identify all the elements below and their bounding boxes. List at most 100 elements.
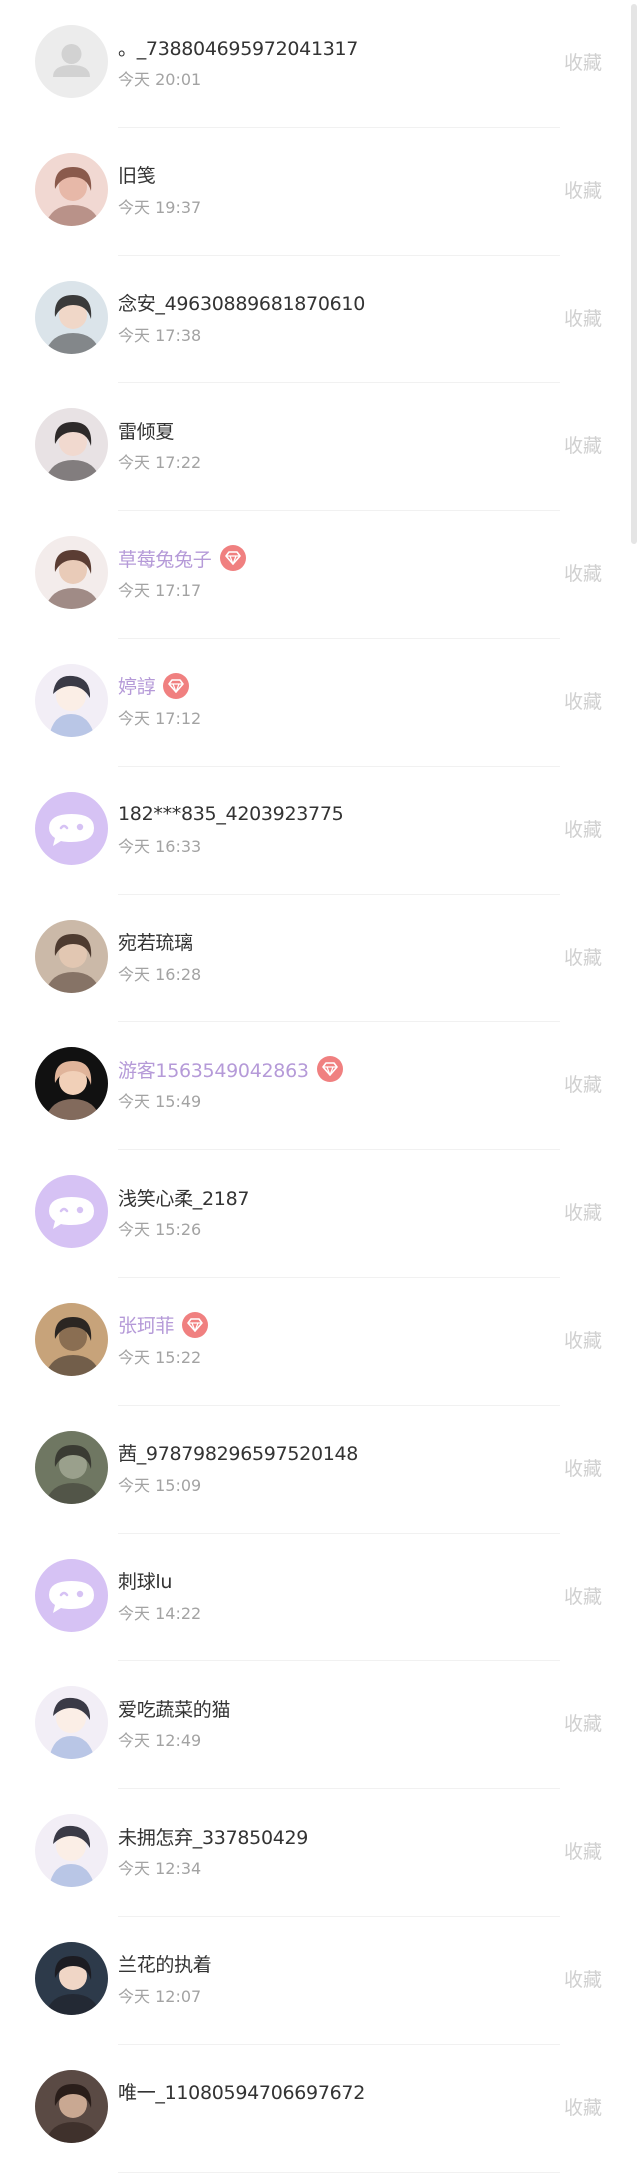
name-line: 。_738804695972041317 [118, 33, 358, 61]
list-item[interactable]: 张珂菲 今天 15:22 收藏 [0, 1278, 620, 1406]
favorite-button[interactable]: 收藏 [564, 1965, 602, 1992]
list-item[interactable]: 念安_496308896818706​10 今天 17:38 收藏 [0, 256, 620, 384]
user-name: 游客1563549042863 [118, 1059, 309, 1082]
favorite-button[interactable]: 收藏 [564, 48, 602, 75]
name-line: 宛若琉璃 [118, 928, 193, 956]
user-name: 宛若琉璃 [118, 932, 193, 955]
list-item[interactable]: 爱吃蔬菜的猫 今天 12:49 收藏 [0, 1661, 620, 1789]
avatar[interactable] [35, 1686, 108, 1760]
list-item[interactable]: 雷倾夏 今天 17:22 收藏 [0, 383, 620, 511]
user-name: 草莓兔兔子 [118, 548, 212, 571]
avatar[interactable] [35, 1302, 108, 1376]
name-line: 草莓兔兔子 [118, 544, 246, 572]
profile-photo-image [35, 1430, 108, 1504]
list-item[interactable]: 草莓兔兔子 今天 17:17 收藏 [0, 511, 620, 639]
list-item[interactable]: 唯一_11080594706697672 收藏 [0, 2045, 620, 2173]
timestamp: 今天 15:22 [118, 1347, 202, 1367]
user-name: 雷倾夏 [118, 420, 175, 443]
profile-photo-image [35, 2069, 108, 2143]
list-item[interactable]: 宛若琉璃 今天 16:28 收藏 [0, 895, 620, 1023]
avatar[interactable] [35, 536, 108, 610]
user-name: 兰花的执着 [118, 1954, 212, 1977]
user-name: 婷諄 [118, 676, 156, 699]
favorite-button[interactable]: 收藏 [564, 1837, 602, 1864]
illustration-avatar-image [35, 1686, 108, 1760]
timestamp: 今天 17:22 [118, 453, 202, 473]
timestamp: 今天 14:22 [118, 1603, 202, 1623]
favorite-button[interactable]: 收藏 [564, 559, 602, 586]
name-line: 念安_496308896818706​10 [118, 289, 365, 317]
favorite-button[interactable]: 收藏 [564, 1326, 602, 1353]
profile-photo-image [35, 919, 108, 993]
list-item[interactable]: 游客1563549042863 今天 15:49 收藏 [0, 1022, 620, 1150]
list-item[interactable]: 刺球lu 今天 14:22 收藏 [0, 1534, 620, 1662]
name-line: 婷諄 [118, 672, 190, 700]
favorite-button[interactable]: 收藏 [564, 1709, 602, 1736]
list-item[interactable]: 兰花的执着 今天 12:07 收藏 [0, 1917, 620, 2045]
timestamp: 今天 15:26 [118, 1220, 202, 1240]
avatar[interactable] [35, 25, 108, 98]
name-line: 游客1563549042863 [118, 1055, 343, 1083]
user-name: 旧笺 [118, 165, 156, 188]
favorite-button[interactable]: 收藏 [564, 1582, 602, 1609]
vip-diamond-icon [316, 1056, 343, 1083]
timestamp: 今天 16:28 [118, 964, 202, 984]
user-name: 茜_978798296597520148 [118, 1443, 359, 1466]
vip-diamond-icon [182, 1311, 209, 1338]
chat-bubble-icon [35, 1558, 108, 1632]
illustration-avatar-image [35, 663, 108, 737]
user-name: 182***835_4203923775 [118, 802, 344, 825]
profile-photo-image [35, 1302, 108, 1376]
favorite-button[interactable]: 收藏 [564, 304, 602, 331]
list-item[interactable]: 浅笑心柔_2187 今天 15:26 收藏 [0, 1150, 620, 1278]
timestamp: 今天 17:12 [118, 708, 202, 728]
profile-photo-image [35, 152, 108, 226]
avatar[interactable] [35, 1175, 108, 1249]
name-line: 兰花的执着 [118, 1950, 212, 1978]
timestamp: 今天 12:07 [118, 1986, 202, 2006]
timestamp: 今天 15:49 [118, 1092, 202, 1112]
avatar[interactable] [35, 1430, 108, 1504]
favorite-button[interactable]: 收藏 [564, 687, 602, 714]
name-line: 张珂菲 [118, 1311, 209, 1339]
avatar[interactable] [35, 791, 108, 865]
list-item[interactable]: 。_738804695972041317 今天 20:01 收藏 [0, 0, 620, 128]
favorite-button[interactable]: 收藏 [564, 1454, 602, 1481]
favorite-button[interactable]: 收藏 [564, 943, 602, 970]
favorite-button[interactable]: 收藏 [564, 2093, 602, 2120]
avatar[interactable] [35, 280, 108, 354]
user-name: 未拥怎弃_337850429 [118, 1826, 309, 1849]
name-line: 茜_978798296597520148 [118, 1439, 358, 1467]
list-item[interactable]: 茜_978798296597520148 今天 15:09 收藏 [0, 1406, 620, 1534]
favorite-button[interactable]: 收藏 [564, 431, 602, 458]
avatar[interactable] [35, 919, 108, 993]
list-item[interactable]: 未拥怎弃_337850429 今天 12:34 收藏 [0, 1789, 620, 1917]
profile-photo-image [35, 1941, 108, 2015]
avatar[interactable] [35, 152, 108, 226]
avatar[interactable] [35, 663, 108, 737]
scrollbar[interactable] [631, 4, 637, 544]
user-name: 浅笑心柔_2187 [118, 1187, 250, 1210]
list-item[interactable]: 婷諄 今天 17:12 收藏 [0, 639, 620, 767]
favorite-button[interactable]: 收藏 [564, 815, 602, 842]
user-name: 爱吃蔬菜的猫 [118, 1698, 231, 1721]
name-line: 未拥怎弃_337850429 [118, 1822, 308, 1850]
name-line: 浅笑心柔_2187 [118, 1183, 249, 1211]
name-line: 刺球lu [118, 1567, 172, 1595]
avatar[interactable] [35, 1047, 108, 1121]
avatar[interactable] [35, 1814, 108, 1888]
list-item[interactable]: 旧笺 今天 19:37 收藏 [0, 128, 620, 256]
favorite-button[interactable]: 收藏 [564, 1070, 602, 1097]
avatar[interactable] [35, 408, 108, 482]
avatar[interactable] [35, 1558, 108, 1632]
favorite-button[interactable]: 收藏 [564, 1198, 602, 1225]
list-item[interactable]: 182***835_4203923775 今天 16:33 收藏 [0, 767, 620, 895]
timestamp: 今天 19:37 [118, 197, 202, 217]
avatar[interactable] [35, 1941, 108, 2015]
favorite-button[interactable]: 收藏 [564, 176, 602, 203]
timestamp: 今天 20:01 [118, 70, 202, 89]
user-name: 张珂菲 [118, 1315, 175, 1338]
name-line: 182***835_4203923775 [118, 800, 344, 828]
avatar[interactable] [35, 2069, 108, 2143]
timestamp: 今天 12:34 [118, 1859, 202, 1879]
